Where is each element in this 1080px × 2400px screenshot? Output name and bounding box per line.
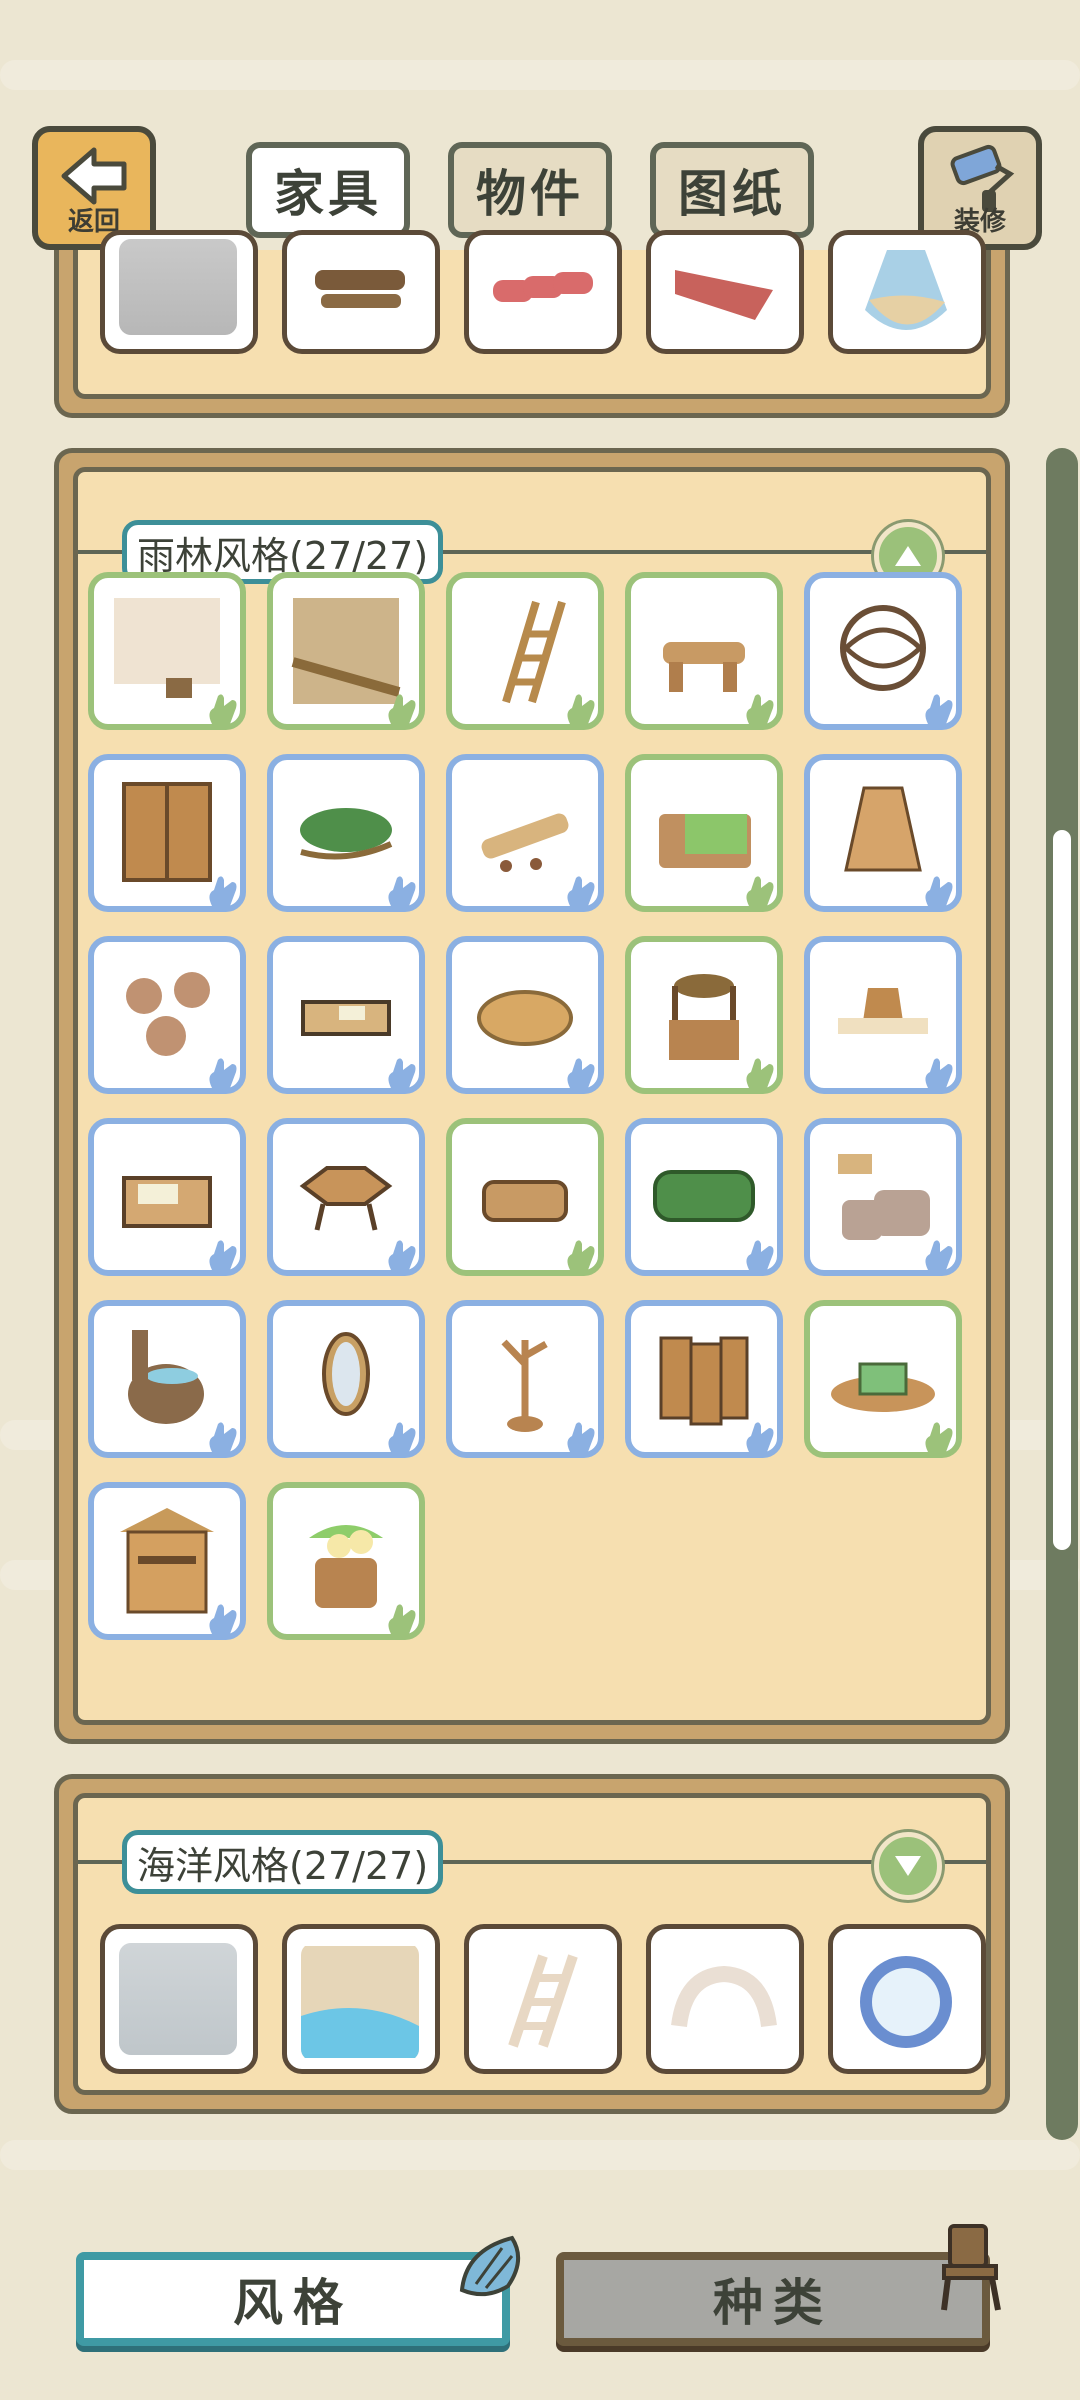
tab-blueprints[interactable]: 图纸	[650, 142, 814, 238]
furniture-item[interactable]	[88, 1300, 246, 1458]
bed-thumbnail	[675, 270, 773, 320]
ocean-wall-thumbnail	[119, 1943, 237, 2055]
ocean-style-panel: 海洋风格(27/27)	[54, 1774, 1010, 2114]
hand-icon	[388, 1058, 416, 1088]
frog-hand-icon	[567, 1240, 595, 1270]
furniture-item[interactable]	[88, 1482, 246, 1640]
hand-icon	[746, 1422, 774, 1452]
tab-category[interactable]: 种类	[556, 2252, 990, 2346]
ocean-section-title: 海洋风格(27/27)	[122, 1830, 444, 1894]
hand-icon	[925, 876, 953, 906]
tab-style[interactable]: 风格	[76, 2252, 510, 2346]
furniture-item[interactable]	[828, 1924, 986, 2074]
furniture-item[interactable]	[646, 230, 804, 354]
furniture-item[interactable]	[267, 936, 425, 1094]
furniture-item[interactable]	[446, 572, 604, 730]
furniture-item[interactable]	[267, 754, 425, 912]
rainforest-style-panel: 雨林风格(27/27)	[54, 448, 1010, 1744]
frog-hand-icon	[388, 1604, 416, 1634]
furniture-item[interactable]	[446, 936, 604, 1094]
furniture-item[interactable]	[625, 572, 783, 730]
furniture-item[interactable]	[804, 754, 962, 912]
porthole-thumbnail	[860, 1956, 952, 2048]
scrolls-thumbnail	[493, 272, 593, 302]
tab-items[interactable]: 物件	[448, 142, 612, 238]
hand-icon	[209, 1058, 237, 1088]
furniture-item[interactable]	[282, 230, 440, 354]
furniture-item[interactable]	[625, 754, 783, 912]
ocean-floor-thumbnail	[301, 1946, 419, 2058]
wall-thumbnail	[119, 239, 237, 335]
expand-down-icon	[895, 1856, 921, 1876]
furniture-item[interactable]	[464, 230, 622, 354]
sand-vase-thumbnail	[865, 250, 947, 330]
furniture-item[interactable]	[446, 1300, 604, 1458]
furniture-item[interactable]	[88, 754, 246, 912]
hand-icon	[925, 1240, 953, 1270]
furniture-item[interactable]	[267, 1300, 425, 1458]
furniture-item[interactable]	[88, 572, 246, 730]
hand-icon	[209, 876, 237, 906]
hand-icon	[388, 876, 416, 906]
background-stripe	[0, 2140, 1080, 2170]
furniture-item[interactable]	[88, 936, 246, 1094]
furniture-item[interactable]	[804, 1300, 962, 1458]
hand-icon	[209, 1604, 237, 1634]
hand-icon	[388, 1422, 416, 1452]
back-arrow-icon	[61, 147, 127, 205]
furniture-item[interactable]	[828, 230, 986, 354]
furniture-item[interactable]	[267, 1118, 425, 1276]
frog-hand-icon	[925, 1422, 953, 1452]
frog-hand-icon	[388, 694, 416, 724]
frog-hand-icon	[746, 694, 774, 724]
hand-icon	[567, 1422, 595, 1452]
furniture-item[interactable]	[282, 1924, 440, 2074]
furniture-item[interactable]	[446, 754, 604, 912]
hand-icon	[567, 876, 595, 906]
hand-icon	[567, 1058, 595, 1088]
furniture-item[interactable]	[446, 1118, 604, 1276]
scrollbar-thumb[interactable]	[1053, 830, 1071, 1550]
furniture-item[interactable]	[625, 936, 783, 1094]
ladder-thumbnail	[508, 1954, 578, 2048]
furniture-item[interactable]	[100, 1924, 258, 2074]
furniture-item[interactable]	[267, 1482, 425, 1640]
furniture-item[interactable]	[646, 1924, 804, 2074]
hand-icon	[746, 1240, 774, 1270]
hand-icon	[925, 694, 953, 724]
frog-hand-icon	[746, 876, 774, 906]
frog-hand-icon	[746, 1058, 774, 1088]
furniture-item[interactable]	[267, 572, 425, 730]
furniture-item[interactable]	[625, 1300, 783, 1458]
hand-icon	[209, 1422, 237, 1452]
previous-style-panel	[54, 230, 1010, 418]
furniture-item[interactable]	[804, 1118, 962, 1276]
hand-icon	[925, 1058, 953, 1088]
log-bench-thumbnail	[315, 270, 405, 308]
furniture-item[interactable]	[625, 1118, 783, 1276]
coral-arch-thumbnail	[671, 1965, 777, 2028]
furniture-item[interactable]	[464, 1924, 622, 2074]
frog-hand-icon	[567, 694, 595, 724]
hand-icon	[388, 1240, 416, 1270]
chair-icon	[941, 2224, 1001, 2311]
hand-icon	[209, 1240, 237, 1270]
expand-button[interactable]	[874, 1832, 942, 1900]
furniture-item[interactable]	[88, 1118, 246, 1276]
furniture-item[interactable]	[100, 230, 258, 354]
shell-icon	[459, 2235, 520, 2297]
collapse-up-icon	[895, 546, 921, 566]
furniture-item[interactable]	[804, 572, 962, 730]
frog-hand-icon	[209, 694, 237, 724]
tab-furniture[interactable]: 家具	[246, 142, 410, 238]
furniture-item[interactable]	[804, 936, 962, 1094]
